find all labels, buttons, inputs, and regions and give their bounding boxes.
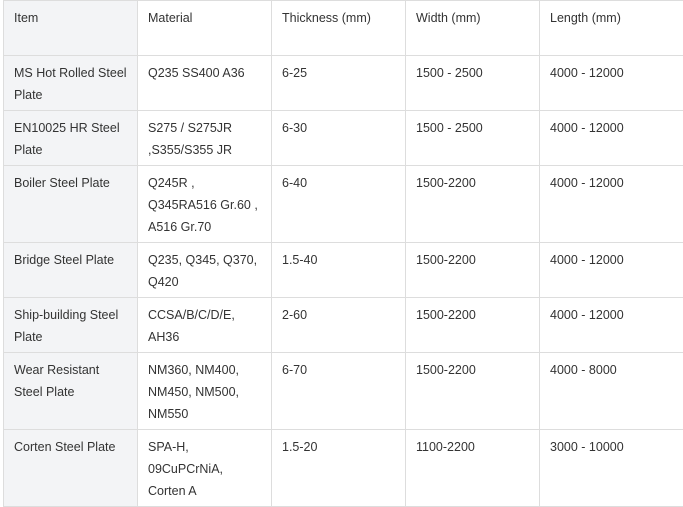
cell-thickness: 6-30	[272, 111, 406, 166]
cell-material: Q235, Q345, Q370, Q420	[138, 243, 272, 298]
table-row: Ship-building Steel Plate CCSA/B/C/D/E, …	[4, 298, 683, 353]
cell-width: 1500-2200	[406, 166, 540, 243]
cell-item: Boiler Steel Plate	[4, 166, 138, 243]
cell-thickness: 2-60	[272, 298, 406, 353]
table-row: Boiler Steel Plate Q245R , Q345RA516 Gr.…	[4, 166, 683, 243]
table-row: Wear Resistant Steel Plate NM360, NM400,…	[4, 353, 683, 430]
header-width: Width (mm)	[406, 1, 540, 56]
cell-material: CCSA/B/C/D/E, AH36	[138, 298, 272, 353]
header-thickness: Thickness (mm)	[272, 1, 406, 56]
cell-thickness: 1.5-20	[272, 430, 406, 507]
cell-width: 1500-2200	[406, 243, 540, 298]
cell-thickness: 6-25	[272, 56, 406, 111]
table-row: Bridge Steel Plate Q235, Q345, Q370, Q42…	[4, 243, 683, 298]
cell-item: MS Hot Rolled Steel Plate	[4, 56, 138, 111]
cell-width: 1500-2200	[406, 298, 540, 353]
cell-width: 1500 - 2500	[406, 111, 540, 166]
cell-material: S275 / S275JR ,S355/S355 JR	[138, 111, 272, 166]
cell-item: Ship-building Steel Plate	[4, 298, 138, 353]
cell-thickness: 1.5-40	[272, 243, 406, 298]
cell-material: Q245R , Q345RA516 Gr.60 , A516 Gr.70	[138, 166, 272, 243]
cell-length: 4000 - 12000	[540, 298, 683, 353]
cell-thickness: 6-40	[272, 166, 406, 243]
cell-width: 1100-2200	[406, 430, 540, 507]
header-length: Length (mm)	[540, 1, 683, 56]
header-item: Item	[4, 1, 138, 56]
cell-length: 4000 - 12000	[540, 111, 683, 166]
cell-item: Wear Resistant Steel Plate	[4, 353, 138, 430]
cell-item: EN10025 HR Steel Plate	[4, 111, 138, 166]
cell-length: 3000 - 10000	[540, 430, 683, 507]
header-material: Material	[138, 1, 272, 56]
cell-material: SPA-H, 09CuPCrNiA, Corten A	[138, 430, 272, 507]
table-header-row: Item Material Thickness (mm) Width (mm) …	[4, 1, 683, 56]
table-row: EN10025 HR Steel Plate S275 / S275JR ,S3…	[4, 111, 683, 166]
table-row: Corten Steel Plate SPA-H, 09CuPCrNiA, Co…	[4, 430, 683, 507]
cell-length: 4000 - 12000	[540, 166, 683, 243]
cell-width: 1500 - 2500	[406, 56, 540, 111]
steel-plate-spec-table: Item Material Thickness (mm) Width (mm) …	[3, 0, 683, 507]
cell-material: Q235 SS400 A36	[138, 56, 272, 111]
cell-length: 4000 - 12000	[540, 56, 683, 111]
table-row: MS Hot Rolled Steel Plate Q235 SS400 A36…	[4, 56, 683, 111]
cell-item: Corten Steel Plate	[4, 430, 138, 507]
cell-item: Bridge Steel Plate	[4, 243, 138, 298]
cell-width: 1500-2200	[406, 353, 540, 430]
cell-thickness: 6-70	[272, 353, 406, 430]
cell-material: NM360, NM400, NM450, NM500, NM550	[138, 353, 272, 430]
cell-length: 4000 - 12000	[540, 243, 683, 298]
cell-length: 4000 - 8000	[540, 353, 683, 430]
